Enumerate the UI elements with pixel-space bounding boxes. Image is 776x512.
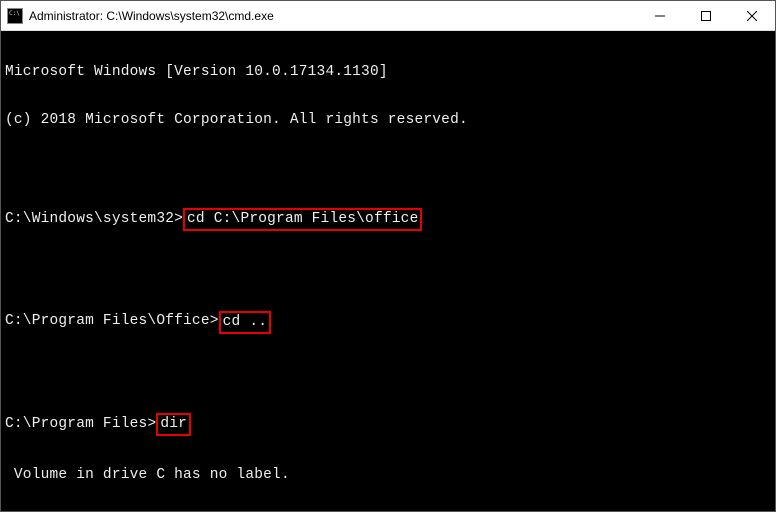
prompt: C:\Windows\system32> xyxy=(5,212,183,228)
prompt-line: C:\Program Files>dir xyxy=(5,413,771,436)
prompt: C:\Program Files\Office> xyxy=(5,314,219,330)
close-button[interactable] xyxy=(729,1,775,30)
prompt-line: C:\Program Files\Office>cd .. xyxy=(5,311,771,334)
highlighted-command: cd C:\Program Files\office xyxy=(183,208,422,231)
highlighted-command: dir xyxy=(156,413,191,436)
prompt-line: C:\Windows\system32>cd C:\Program Files\… xyxy=(5,208,771,231)
titlebar[interactable]: Administrator: C:\Windows\system32\cmd.e… xyxy=(1,1,775,31)
maximize-button[interactable] xyxy=(683,1,729,30)
window-title: Administrator: C:\Windows\system32\cmd.e… xyxy=(29,9,637,23)
blank-line xyxy=(5,263,771,279)
minimize-button[interactable] xyxy=(637,1,683,30)
cmd-window: Administrator: C:\Windows\system32\cmd.e… xyxy=(0,0,776,512)
blank-line xyxy=(5,161,771,177)
highlighted-command: cd .. xyxy=(219,311,272,334)
prompt: C:\Program Files> xyxy=(5,417,156,433)
blank-line xyxy=(5,366,771,382)
banner-line: Microsoft Windows [Version 10.0.17134.11… xyxy=(5,65,771,81)
app-icon xyxy=(7,8,23,24)
banner-line: (c) 2018 Microsoft Corporation. All righ… xyxy=(5,113,771,129)
terminal-output[interactable]: Microsoft Windows [Version 10.0.17134.11… xyxy=(1,31,775,511)
volume-line: Volume in drive C has no label. xyxy=(5,468,771,484)
window-controls xyxy=(637,1,775,30)
